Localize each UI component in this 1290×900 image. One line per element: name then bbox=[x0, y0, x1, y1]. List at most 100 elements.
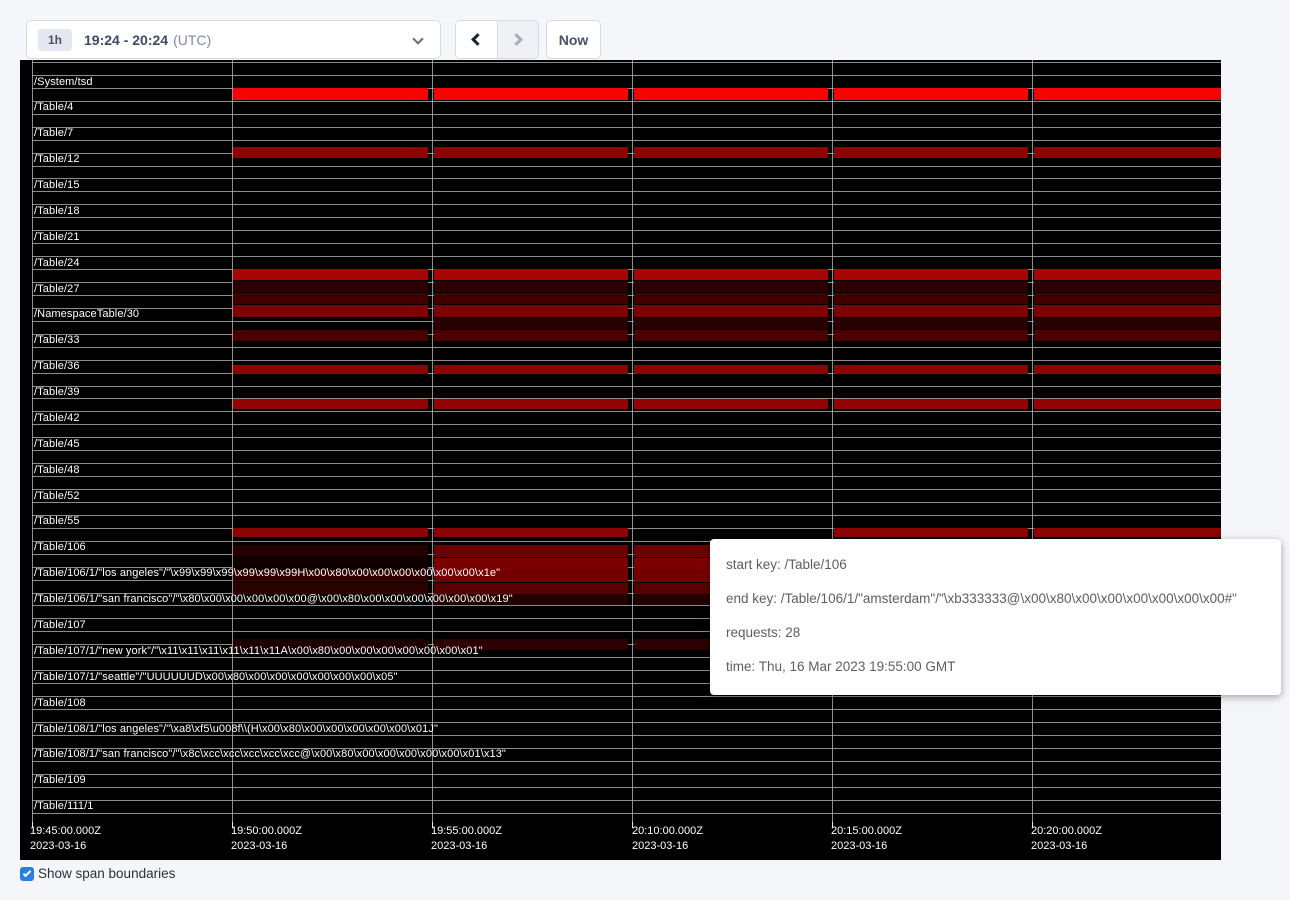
hot-span-cell[interactable] bbox=[434, 318, 628, 330]
hot-span-cell[interactable] bbox=[834, 269, 1028, 280]
span-key-label: /Table/39 bbox=[34, 386, 80, 398]
hot-span-cell[interactable] bbox=[1034, 399, 1222, 409]
tooltip-start-key: start key: /Table/106 bbox=[726, 548, 1265, 582]
hot-span-cell[interactable] bbox=[634, 365, 828, 375]
prev-interval-button[interactable] bbox=[456, 21, 497, 58]
span-boundary-line bbox=[32, 62, 1221, 63]
axis-time-label: 19:55:00.000Z2023-03-16 bbox=[431, 824, 502, 854]
span-boundary-line bbox=[32, 735, 1221, 736]
hot-span-cell[interactable] bbox=[634, 281, 828, 293]
chevron-down-icon bbox=[412, 33, 423, 44]
hot-span-cell[interactable] bbox=[434, 88, 628, 100]
time-bucket-boundary-line bbox=[432, 60, 433, 822]
hot-span-cell[interactable] bbox=[834, 528, 1028, 538]
key-visualizer-heatmap[interactable]: /System/tsd/Table/4/Table/7/Table/12/Tab… bbox=[20, 60, 1221, 860]
hot-span-cell[interactable] bbox=[434, 269, 628, 280]
hot-span-cell[interactable] bbox=[1034, 293, 1222, 305]
time-range-select[interactable]: 1h 19:24 - 20:24 (UTC) bbox=[26, 20, 441, 59]
hot-span-cell[interactable] bbox=[634, 88, 828, 100]
key-visualizer-page: 1h 19:24 - 20:24 (UTC) Now /System/tsd/T… bbox=[0, 0, 1290, 900]
axis-time-label: 20:15:00.000Z2023-03-16 bbox=[831, 824, 902, 854]
hot-span-cell[interactable] bbox=[233, 545, 428, 557]
show-span-boundaries-checkbox[interactable] bbox=[20, 867, 34, 881]
hot-span-cell[interactable] bbox=[1034, 330, 1222, 341]
span-boundary-line bbox=[32, 386, 1221, 387]
hot-span-cell[interactable] bbox=[233, 399, 428, 409]
hot-span-cell[interactable] bbox=[634, 147, 828, 158]
hot-span-cell[interactable] bbox=[434, 545, 628, 557]
span-boundary-line bbox=[32, 230, 1221, 231]
hot-span-cell[interactable] bbox=[834, 305, 1028, 317]
span-boundary-line bbox=[32, 114, 1221, 115]
hot-span-cell[interactable] bbox=[434, 399, 628, 409]
hot-span-cell[interactable] bbox=[1034, 318, 1222, 330]
hot-span-cell[interactable] bbox=[233, 583, 428, 594]
span-key-label: /Table/42 bbox=[34, 412, 80, 424]
chevron-right-icon bbox=[510, 33, 523, 46]
span-key-label: /Table/48 bbox=[34, 464, 80, 476]
span-boundary-line bbox=[32, 217, 1221, 218]
hot-span-cell[interactable] bbox=[834, 318, 1028, 330]
hot-span-cell[interactable] bbox=[1034, 528, 1222, 538]
span-boundary-line bbox=[32, 101, 1221, 102]
span-key-label: /Table/111/1 bbox=[34, 800, 94, 812]
hot-span-cell[interactable] bbox=[634, 305, 828, 317]
hot-span-cell[interactable] bbox=[834, 330, 1028, 341]
hot-span-cell[interactable] bbox=[434, 305, 628, 317]
hot-span-cell[interactable] bbox=[834, 365, 1028, 375]
span-key-label: /Table/4 bbox=[34, 101, 73, 113]
span-key-label: /Table/36 bbox=[34, 360, 80, 372]
hot-span-cell[interactable] bbox=[834, 399, 1028, 409]
tooltip-time: time: Thu, 16 Mar 2023 19:55:00 GMT bbox=[726, 650, 1265, 684]
hot-span-cell[interactable] bbox=[634, 399, 828, 409]
hot-span-cell[interactable] bbox=[634, 318, 828, 330]
span-boundary-line bbox=[32, 243, 1221, 244]
hot-span-cell[interactable] bbox=[834, 88, 1028, 100]
hot-span-cell[interactable] bbox=[634, 269, 828, 280]
duration-badge: 1h bbox=[38, 29, 72, 51]
hot-span-cell[interactable] bbox=[233, 147, 428, 158]
hot-span-cell[interactable] bbox=[834, 293, 1028, 305]
hot-span-cell[interactable] bbox=[233, 269, 428, 280]
hot-span-cell[interactable] bbox=[634, 293, 828, 305]
hot-span-cell[interactable] bbox=[233, 305, 428, 317]
hot-span-cell[interactable] bbox=[233, 281, 428, 293]
span-key-label: /Table/12 bbox=[34, 153, 80, 165]
timezone-label: (UTC) bbox=[173, 32, 211, 48]
hot-span-cell[interactable] bbox=[834, 281, 1028, 293]
span-boundary-line bbox=[32, 696, 1221, 697]
hot-span-cell[interactable] bbox=[1034, 147, 1222, 158]
hot-span-cell[interactable] bbox=[233, 330, 428, 341]
hot-span-cell[interactable] bbox=[434, 528, 628, 538]
hot-span-cell[interactable] bbox=[1034, 365, 1222, 375]
hot-span-cell[interactable] bbox=[434, 293, 628, 305]
show-span-boundaries-label: Show span boundaries bbox=[38, 866, 175, 881]
time-bucket-boundary-line bbox=[1032, 60, 1033, 822]
span-key-label: /Table/52 bbox=[34, 490, 80, 502]
hot-span-cell[interactable] bbox=[634, 330, 828, 341]
hot-span-cell[interactable] bbox=[434, 330, 628, 341]
hot-span-cell[interactable] bbox=[434, 583, 628, 594]
hot-span-cell[interactable] bbox=[233, 365, 428, 375]
span-boundary-line bbox=[32, 709, 1221, 710]
now-button[interactable]: Now bbox=[546, 20, 601, 59]
span-boundary-line bbox=[32, 774, 1221, 775]
hot-span-cell[interactable] bbox=[1034, 88, 1222, 100]
span-key-label: /Table/27 bbox=[34, 283, 80, 295]
time-bucket-boundary-line bbox=[632, 60, 633, 822]
hot-span-cell[interactable] bbox=[434, 281, 628, 293]
hot-span-cell[interactable] bbox=[1034, 305, 1222, 317]
hot-span-cell[interactable] bbox=[434, 365, 628, 375]
hot-span-cell[interactable] bbox=[233, 528, 428, 538]
next-interval-button-disabled[interactable] bbox=[497, 21, 539, 58]
hot-span-cell[interactable] bbox=[834, 147, 1028, 158]
hot-span-cell[interactable] bbox=[434, 147, 628, 158]
span-key-label: /Table/107/1/"seattle"/"UUUUUUD\x00\x80\… bbox=[34, 671, 398, 683]
span-key-label: /NamespaceTable/30 bbox=[34, 308, 139, 320]
hot-span-cell[interactable] bbox=[233, 293, 428, 305]
hot-span-cell[interactable] bbox=[233, 88, 428, 100]
hot-span-cell[interactable] bbox=[1034, 281, 1222, 293]
span-boundary-line bbox=[32, 787, 1221, 788]
hot-span-cell[interactable] bbox=[1034, 269, 1222, 280]
checkmark-icon bbox=[23, 868, 31, 876]
